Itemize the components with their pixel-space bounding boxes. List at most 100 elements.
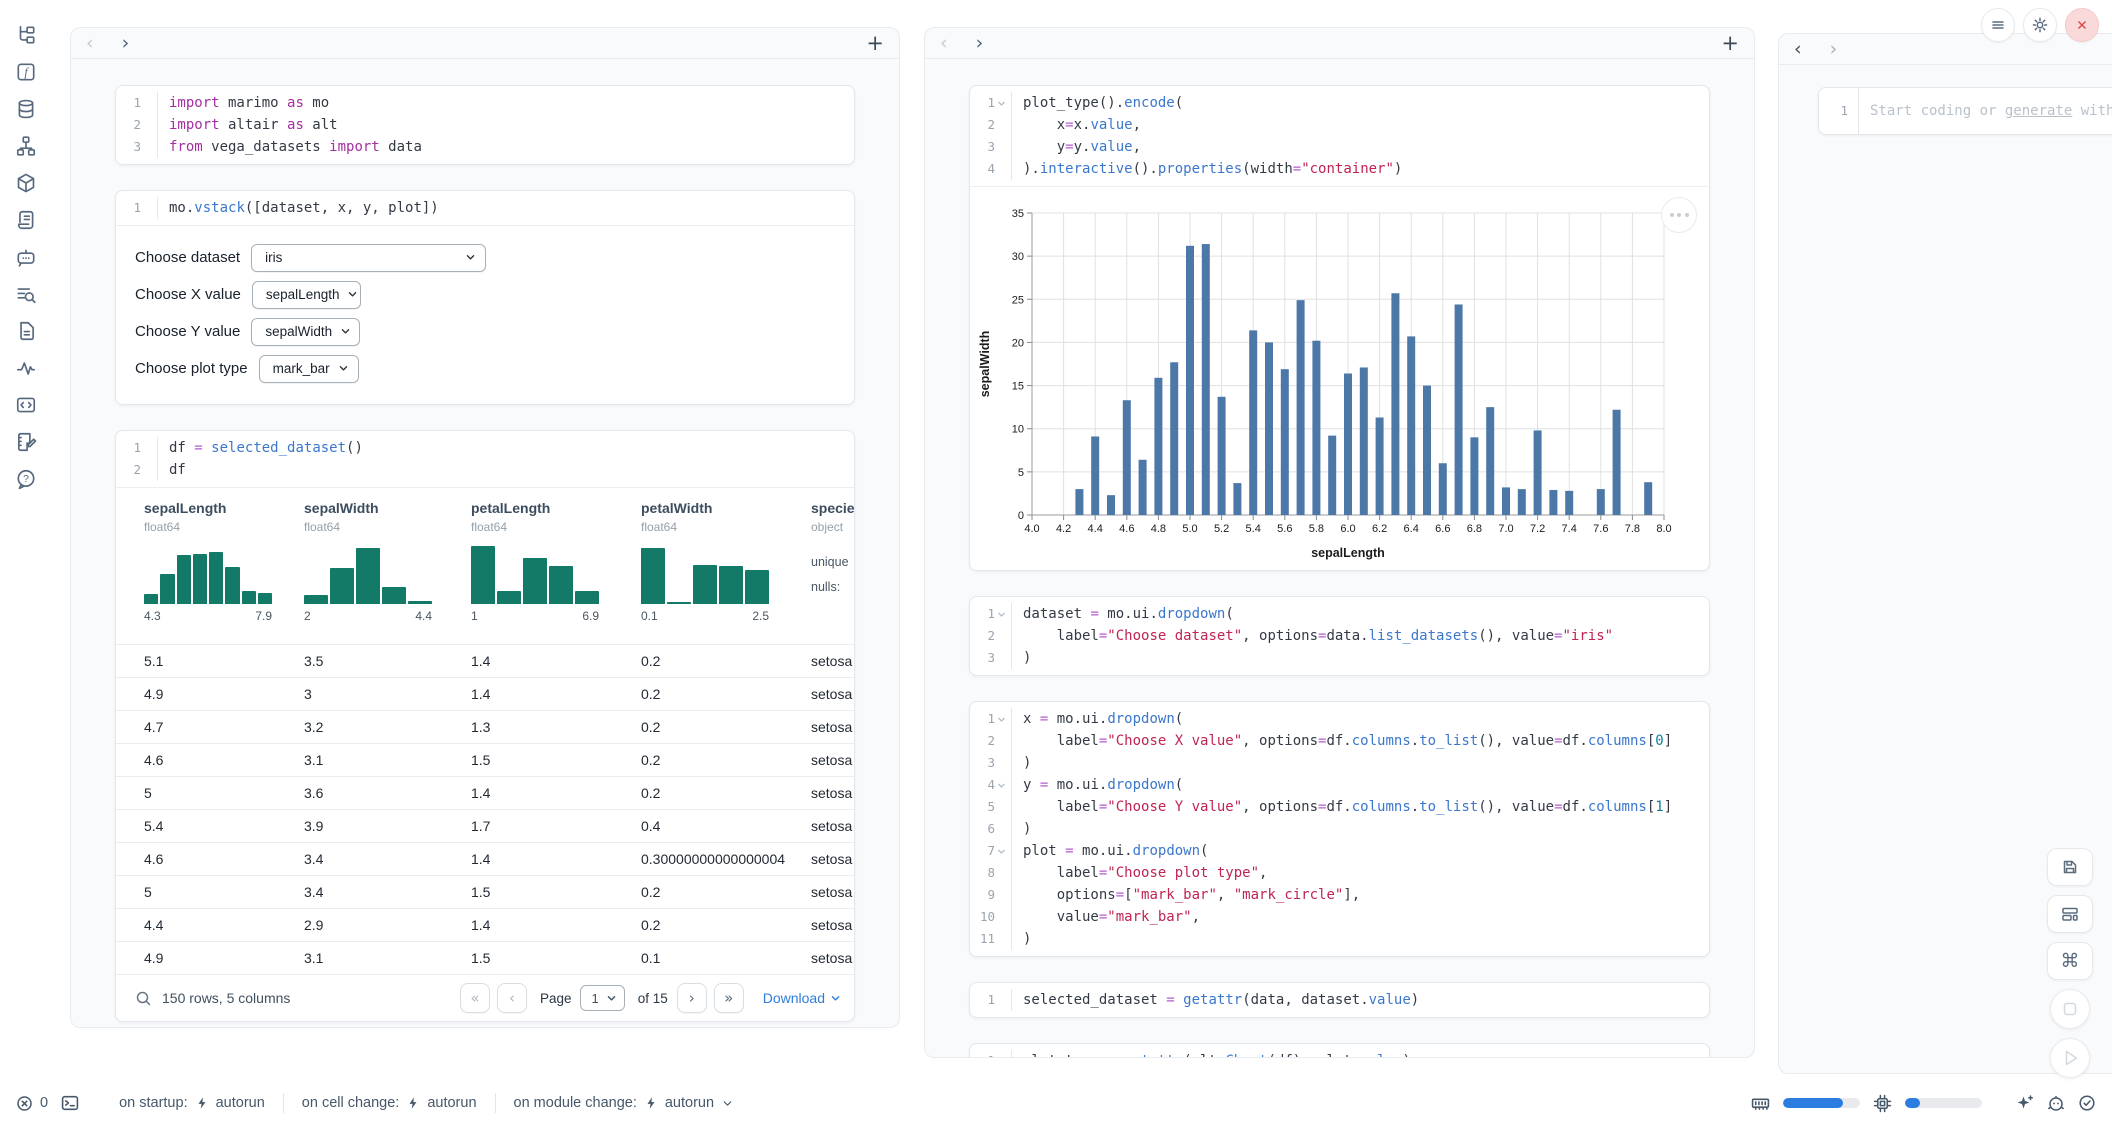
code-line: 1df = selected_dataset() [116, 437, 854, 459]
code-token: [ [1647, 799, 1655, 815]
line-number: 2 [987, 625, 995, 647]
code-text: from vega_datasets import data [158, 136, 422, 158]
document-icon[interactable] [15, 320, 37, 342]
bar [1376, 417, 1384, 515]
svg-text:35: 35 [1012, 208, 1024, 220]
code-editor[interactable]: 1x = mo.ui.dropdown(2 label="Choose X va… [970, 702, 1709, 956]
dependency-graph-icon[interactable] [15, 135, 37, 157]
stop-button[interactable] [2050, 989, 2090, 1029]
column-prev-button[interactable]: ‹ [1794, 40, 1802, 59]
file-tree-icon[interactable] [15, 24, 37, 46]
keyboard-shortcuts-button[interactable]: ⌘ [2047, 942, 2093, 980]
settings-gear-button[interactable] [2023, 8, 2057, 42]
menu-dot-icon [1685, 213, 1689, 217]
code-editor[interactable]: 1df = selected_dataset()2df [116, 431, 854, 487]
code-editor[interactable]: 1import marimo as mo2import altair as al… [116, 86, 854, 164]
code-token: 1 [1655, 799, 1663, 815]
fold-chevron-icon[interactable] [995, 779, 1007, 791]
table-cell: 3.5 [304, 645, 323, 678]
fold-chevron-icon[interactable] [995, 608, 1007, 620]
dropdown-select[interactable]: iris [251, 244, 486, 272]
column-next-button[interactable]: › [122, 34, 130, 53]
code-text: ).interactive().properties(width="contai… [1012, 158, 1402, 180]
table-cell: 5 [144, 876, 152, 909]
package-icon[interactable] [15, 172, 37, 194]
svg-text:8.0: 8.0 [1656, 523, 1671, 535]
search-list-icon[interactable] [15, 283, 37, 305]
code-token: value [1360, 1053, 1402, 1057]
bar [1470, 437, 1478, 515]
help-icon[interactable]: ? [15, 468, 37, 490]
svg-text:20: 20 [1012, 337, 1024, 349]
search-icon[interactable] [135, 990, 152, 1007]
code-token: = [194, 440, 202, 456]
code-editor[interactable]: 1mo.vstack([dataset, x, y, plot]) [116, 191, 854, 225]
dataframe-table: sepalLengthfloat644.37.9sepalWidthfloat6… [116, 487, 854, 1021]
code-snippet-icon[interactable] [15, 394, 37, 416]
on-startup-setting[interactable]: on startup: autorun [119, 1095, 265, 1111]
error-count-badge[interactable]: 0 [16, 1095, 48, 1112]
save-button[interactable] [2047, 848, 2093, 886]
add-cell-button[interactable]: + [1721, 33, 1739, 54]
generate-link[interactable]: generate [2005, 103, 2072, 119]
svg-text:6.4: 6.4 [1404, 523, 1419, 535]
histogram-bar [209, 552, 223, 604]
chat-bot-icon[interactable] [15, 246, 37, 268]
function-square-icon[interactable]: f [15, 61, 37, 83]
activity-icon[interactable] [15, 357, 37, 379]
code-text: plot = mo.ui.dropdown( [1012, 840, 1208, 862]
fold-chevron-icon[interactable] [995, 845, 1007, 857]
code-token: "Choose Y value" [1107, 799, 1242, 815]
ai-sparkles-button[interactable] [2016, 1094, 2034, 1112]
code-token: ], [1343, 887, 1360, 903]
first-page-button[interactable]: « [460, 983, 490, 1013]
last-page-button[interactable]: » [714, 983, 744, 1013]
line-number: 3 [987, 752, 995, 774]
code-editor[interactable]: 1dataset = mo.ui.dropdown(2 label="Choos… [970, 597, 1709, 675]
close-button[interactable] [2065, 8, 2099, 42]
page-number-select[interactable]: 1 [580, 985, 624, 1011]
app-layout-button[interactable] [2047, 895, 2093, 933]
table-cell: 3.1 [304, 744, 323, 777]
script-scroll-icon[interactable] [15, 209, 37, 231]
bar [1407, 336, 1415, 515]
terminal-button[interactable] [61, 1094, 79, 1112]
chart-menu-button[interactable] [1661, 197, 1697, 233]
code-editor[interactable]: 1selected_dataset = getattr(data, datase… [970, 983, 1709, 1017]
code-editor[interactable]: 1plot_type().encode(2 x=x.value,3 y=y.va… [970, 86, 1709, 186]
code-editor[interactable]: 1plot_type = getattr(alt.Chart(df), plot… [970, 1044, 1709, 1057]
run-button[interactable] [2050, 1038, 2090, 1078]
copilot-bot-button[interactable] [2047, 1094, 2065, 1112]
download-button[interactable]: Download [763, 990, 841, 1006]
code-line: 2df [116, 459, 854, 481]
column-next-button[interactable]: › [976, 34, 984, 53]
range-max: 4.4 [415, 609, 432, 623]
column-prev-button[interactable]: ‹ [86, 34, 94, 53]
on-cell-change-label: on cell change: [302, 1095, 400, 1111]
on-cell-change-setting[interactable]: on cell change: autorun [302, 1095, 477, 1111]
code-editor-placeholder[interactable]: Start coding or generate with [1859, 103, 2112, 119]
code-token [1175, 992, 1183, 1008]
code-token: = [1065, 139, 1073, 155]
menu-button[interactable] [1981, 8, 2015, 42]
bar [1123, 400, 1131, 515]
column-next-button[interactable]: › [1830, 40, 1838, 59]
svg-text:4.6: 4.6 [1119, 523, 1134, 535]
scratchpad-icon[interactable] [15, 431, 37, 453]
dropdown-select[interactable]: sepalWidth [251, 318, 360, 346]
column-prev-button[interactable]: ‹ [940, 34, 948, 53]
fold-chevron-icon[interactable] [995, 713, 1007, 725]
bar-chart[interactable]: 4.04.24.44.64.85.05.25.45.65.86.06.26.46… [976, 187, 1690, 567]
prev-page-button[interactable]: ‹ [497, 983, 527, 1013]
dropdown-select[interactable]: sepalLength [252, 281, 361, 309]
database-icon[interactable] [15, 98, 37, 120]
code-token: options [1023, 887, 1116, 903]
next-page-button[interactable]: › [677, 983, 707, 1013]
fold-chevron-icon[interactable] [995, 97, 1007, 109]
add-cell-button[interactable]: + [866, 33, 884, 54]
line-number: 8 [987, 862, 995, 884]
dropdown-select[interactable]: mark_bar [259, 355, 359, 383]
connection-status-button[interactable] [2078, 1094, 2096, 1112]
svg-text:4.8: 4.8 [1151, 523, 1166, 535]
on-module-change-setting[interactable]: on module change: autorun [514, 1095, 735, 1111]
